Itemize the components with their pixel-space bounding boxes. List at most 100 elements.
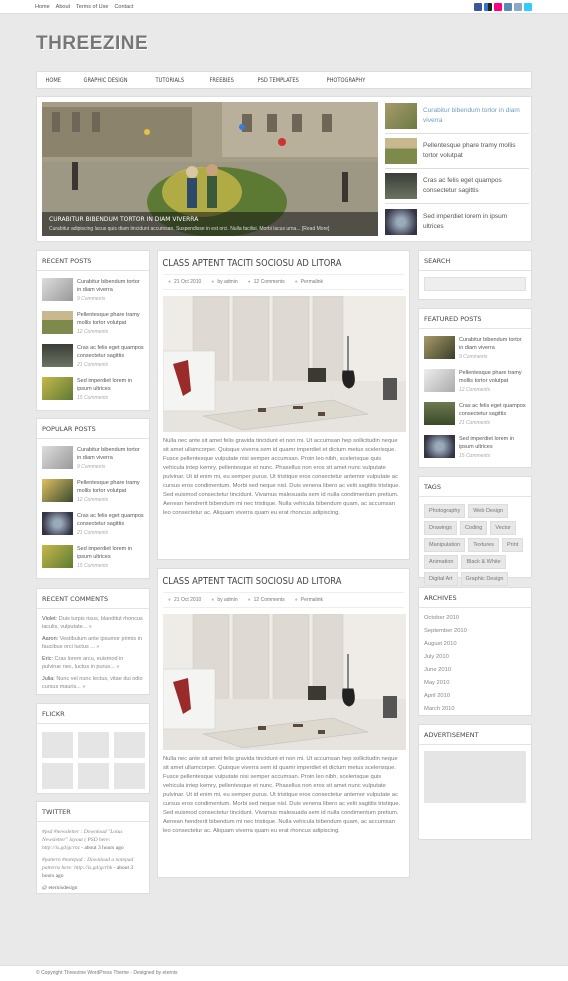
list-item[interactable]: Cras ac felis eget quampos consectetur s… [419,399,531,432]
featured-slider: Curabitur bibendum tortor in diam viverr… [36,96,532,242]
tag[interactable]: Black & White [461,555,506,569]
flickr-grid [37,728,149,793]
list-item[interactable]: Curabitur bibendum tortor in diam viverr… [37,275,149,308]
widget-title: TAGS [419,477,531,497]
post-comments[interactable]: 12 Comments [248,597,285,603]
list-item[interactable]: Sed imperdiet lorem in ipsum ultrices 15 … [37,542,149,575]
post-title[interactable]: Sed imperdiet lorem in ipsum ultrices [459,435,526,451]
tag[interactable]: Vector [490,521,516,535]
nav-tutorials[interactable]: TUTORIALS [147,77,193,84]
top-link-home[interactable]: Home [35,4,50,10]
top-link-contact[interactable]: Contact [114,4,133,10]
flickr-photo[interactable] [42,732,73,758]
nav-photography[interactable]: PHOTOGRAPHY [318,77,374,84]
post-title[interactable]: Curabitur bibendum tortor in diam viverr… [459,336,526,352]
delicious-icon[interactable] [484,3,492,11]
digg-icon[interactable] [504,3,512,11]
nav-freebies[interactable]: FREEBIES [201,77,242,84]
post-title[interactable]: CLASS APTENT TACITI SOCIOSU AD LITORA [158,251,379,274]
archive-link[interactable]: October 2010 [419,612,531,625]
slide-item[interactable]: Cras ac felis eget quampos consectetur s… [385,169,529,204]
comment-item[interactable]: Aaron: Vestibulum ante ipsumor primis in… [37,633,149,653]
site-logo[interactable]: THREEZINE [36,33,148,55]
slide-item[interactable]: Pellentesque phare tramy mollis tortor v… [385,134,529,169]
post-title[interactable]: Cras ac felis eget quampos consectetur s… [77,512,144,528]
twitter-handle[interactable]: @ eternisdesign [37,882,149,894]
tag[interactable]: Photography [424,504,466,518]
archive-link[interactable]: September 2010 [419,625,531,638]
list-item[interactable]: Sed imperdiet lorem in ipsum ultrices 15 … [37,374,149,407]
tag[interactable]: Web Design [468,504,509,518]
nav-home[interactable]: HOME [37,77,69,84]
post-title[interactable]: Pellentesque phare tramy mollis tortor v… [77,479,144,495]
post-title[interactable]: Sed imperdiet lorem in ipsum ultrices [77,545,144,561]
post-title[interactable]: Sed imperdiet lorem in ipsum ultrices [77,377,144,393]
comment-item[interactable]: Eric: Cras lorem arcu, euismod in pulvin… [37,653,149,673]
post-comments: 21 Comments [77,362,109,368]
comment-item[interactable]: Julia: Nunc vel nunc lectus, vitae dui o… [37,673,149,693]
flickr-photo[interactable] [42,763,73,789]
archive-link[interactable]: August 2010 [419,638,531,651]
post-comments: 12 Comments [77,497,109,503]
list-item[interactable]: Curabitur bibendum tortor in diam viverr… [37,443,149,476]
archive-link[interactable]: April 2010 [419,690,531,703]
post-comments[interactable]: 12 Comments [248,279,285,285]
tag[interactable]: Manipulation [424,538,466,552]
tag[interactable]: Textures [468,538,499,552]
post-author[interactable]: by admin [211,597,237,603]
comment-author: Julia: [42,676,55,682]
flickr-photo[interactable] [114,763,145,789]
post-title[interactable]: Curabitur bibendum tortor in diam viverr… [77,446,144,462]
ad-slot[interactable] [424,751,526,803]
post-title[interactable]: Pellentesque phare tramy mollis tortor v… [77,311,144,327]
search-input[interactable] [424,277,526,291]
list-item[interactable]: Cras ac felis eget quampos consectetur s… [37,509,149,542]
tag[interactable]: Digital Art [424,572,458,586]
top-link-about[interactable]: About [56,4,70,10]
slide-item[interactable]: Curabitur bibendum tortor in diam viverr… [385,99,529,134]
archive-link[interactable]: June 2010 [419,664,531,677]
post-title[interactable]: Pellentesque phare tramy mollis tortor v… [459,369,526,385]
slide-item[interactable]: Sed imperdiet lorem in ipsum ultrices [385,204,529,239]
tag[interactable]: Animation [424,555,459,569]
twitter-icon[interactable] [524,3,532,11]
nav-psd-templates[interactable]: PSD TEMPLATES [249,77,307,84]
post-title[interactable]: Cras ac felis eget quampos consectetur s… [77,344,144,360]
post-permalink[interactable]: Permalink [295,279,323,285]
tag[interactable]: Drawings [424,521,457,535]
list-item[interactable]: Curabitur bibendum tortor in diam viverr… [419,333,531,366]
flickr-photo[interactable] [114,732,145,758]
post-permalink[interactable]: Permalink [295,597,323,603]
stumble-icon[interactable] [514,3,522,11]
post-title[interactable]: CLASS APTENT TACITI SOCIOSU AD LITORA [158,569,379,592]
list-item[interactable]: Pellentesque phare tramy mollis tortor v… [419,366,531,399]
comment-item[interactable]: Violet: Duis turpis risus, blanditut rho… [37,613,149,633]
slide-image[interactable]: Curabitur bibendum tortor in diam viverr… [42,102,378,236]
list-item[interactable]: Sed imperdiet lorem in ipsum ultrices 15 … [419,432,531,465]
list-item[interactable]: Pellentesque phare tramy mollis tortor v… [37,308,149,341]
post-image[interactable] [163,614,406,750]
widget-title: TWITTER [37,802,149,822]
slide-caption-title[interactable]: Curabitur bibendum tortor in diam viverr… [49,216,371,223]
post-title[interactable]: Curabitur bibendum tortor in diam viverr… [77,278,144,294]
post-title[interactable]: Cras ac felis eget quampos consectetur s… [459,402,526,418]
post-comments: 12 Comments [459,387,491,393]
list-item[interactable]: Cras ac felis eget quampos consectetur s… [37,341,149,374]
post-author[interactable]: by admin [211,279,237,285]
top-link-terms[interactable]: Terms of Use [76,4,108,10]
archive-link[interactable]: May 2010 [419,677,531,690]
facebook-icon[interactable] [474,3,482,11]
flickr-photo[interactable] [78,732,109,758]
list-item[interactable]: Pellentesque phare tramy mollis tortor v… [37,476,149,509]
nav-graphic-design[interactable]: GRAPHIC DESIGN [75,77,136,84]
comment-text: Cras lorem arcu, euismod in pulvinar nec… [42,656,124,670]
flickr-photo[interactable] [78,763,109,789]
tag[interactable]: Graphic Design [460,572,509,586]
post: CLASS APTENT TACITI SOCIOSU AD LITORA 21… [157,250,410,560]
post-image[interactable] [163,296,406,432]
archive-link[interactable]: March 2010 [419,703,531,716]
archive-link[interactable]: July 2010 [419,651,531,664]
flickr-icon[interactable] [494,3,502,11]
tag[interactable]: Print [501,538,524,552]
tag[interactable]: Coding [459,521,488,535]
